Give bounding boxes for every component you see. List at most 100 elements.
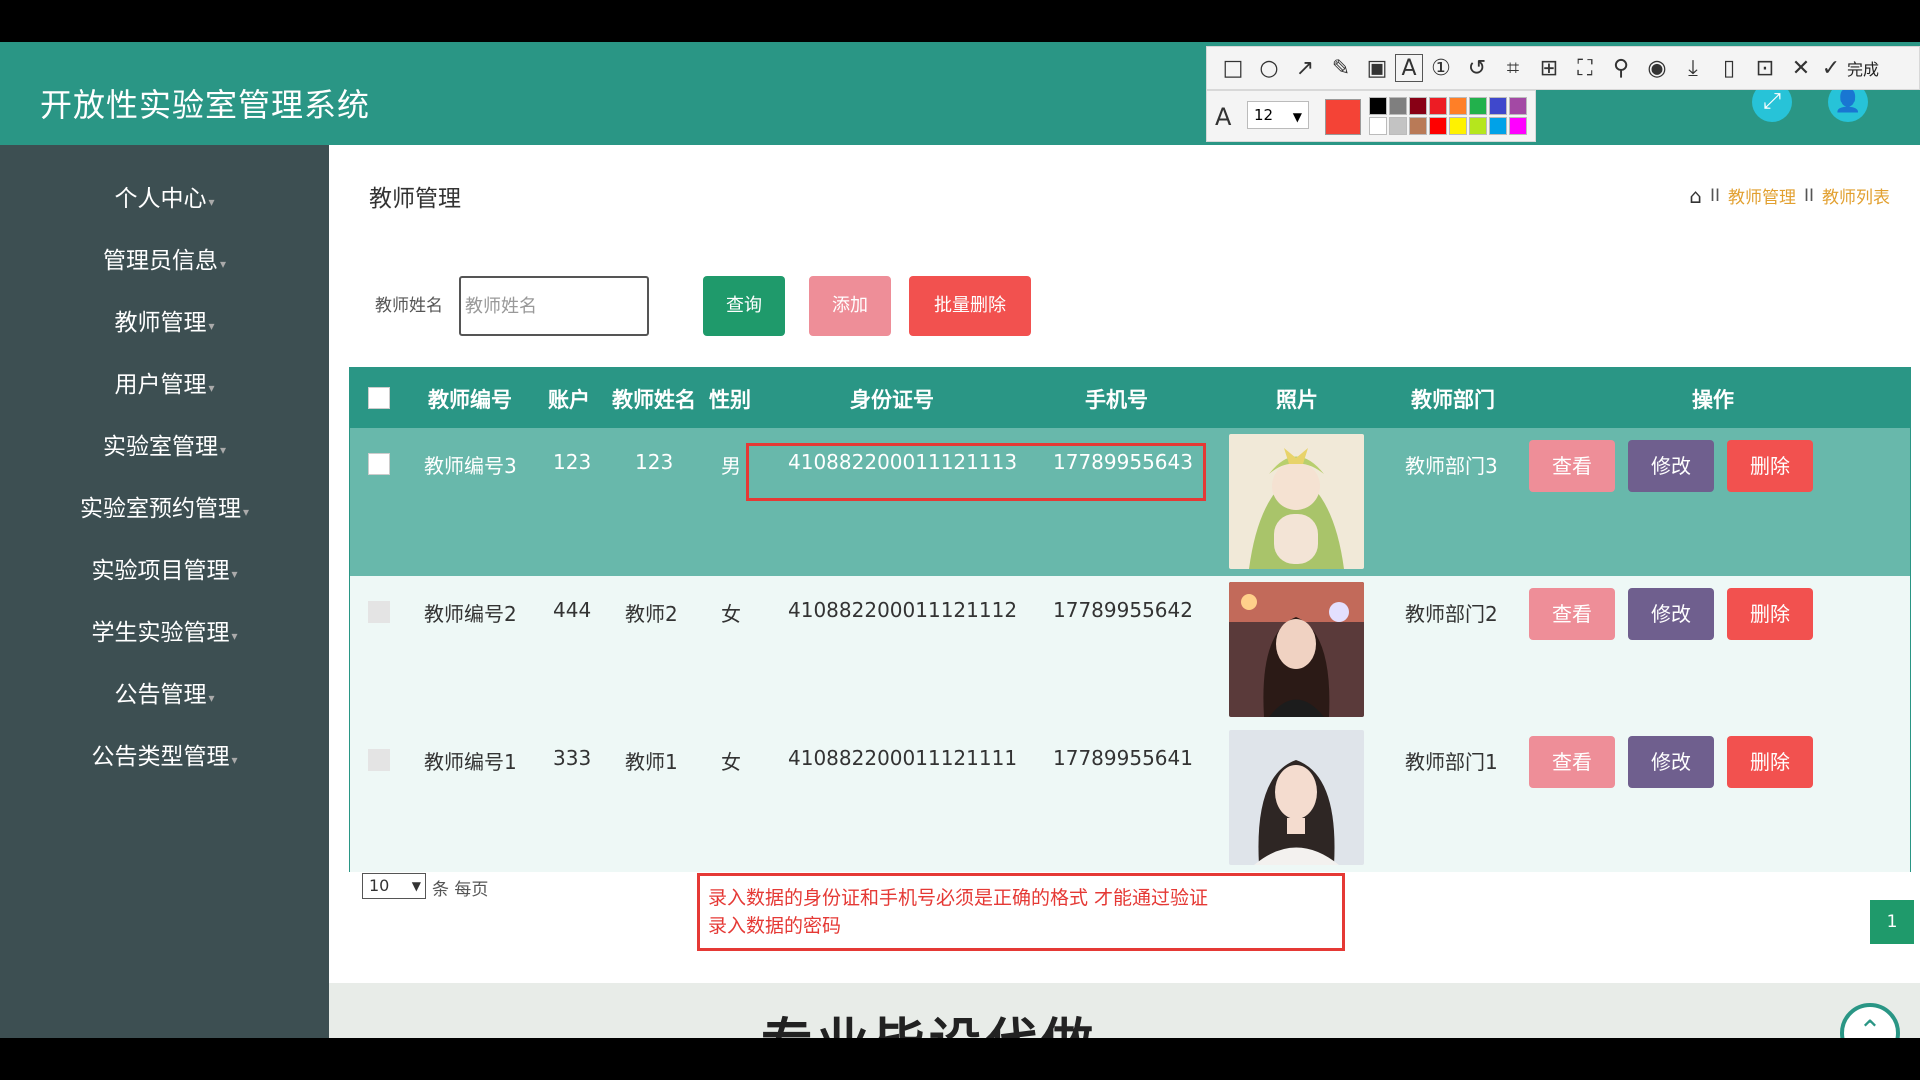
table-row[interactable]: 教师编号1 333 教师1 女 410882200011121111 17789…: [350, 724, 1910, 872]
teacher-name-search-input[interactable]: [459, 276, 649, 336]
chevron-down-icon: ▾: [220, 443, 226, 457]
home-icon[interactable]: ⌂: [1689, 184, 1702, 208]
account-cell: 123: [553, 450, 591, 474]
number-icon[interactable]: ①: [1423, 50, 1459, 86]
sidebar-item-lab-booking[interactable]: 实验室预约管理▾: [0, 489, 329, 523]
color-swatch[interactable]: [1469, 97, 1487, 115]
arrow-icon[interactable]: ↗: [1287, 50, 1323, 86]
annotation-style-bar: A 12 ▼: [1206, 90, 1536, 142]
account-cell: 444: [553, 598, 591, 622]
color-swatch[interactable]: [1429, 97, 1447, 115]
sidebar-item-user-management[interactable]: 用户管理▾: [0, 365, 329, 399]
save-icon[interactable]: ▯: [1711, 50, 1747, 86]
view-button[interactable]: 查看: [1529, 440, 1615, 492]
color-swatch[interactable]: [1389, 117, 1407, 135]
delete-button[interactable]: 删除: [1727, 736, 1813, 788]
add-button[interactable]: 添加: [809, 276, 891, 336]
table-row[interactable]: 教师编号2 444 教师2 女 410882200011121112 17789…: [350, 576, 1910, 724]
page-size-select[interactable]: 10 ▼: [362, 873, 426, 899]
column-header: 操作: [1692, 384, 1734, 414]
row-checkbox[interactable]: [368, 453, 390, 475]
column-header: 教师部门: [1411, 384, 1495, 414]
done-button[interactable]: 完成: [1847, 56, 1879, 80]
sidebar-item-profile[interactable]: 个人中心▾: [0, 179, 329, 213]
column-header: 性别: [709, 384, 751, 414]
view-button[interactable]: 查看: [1529, 588, 1615, 640]
sidebar-item-notice-management[interactable]: 公告管理▾: [0, 675, 329, 709]
row-checkbox[interactable]: [368, 749, 390, 771]
color-swatch[interactable]: [1509, 97, 1527, 115]
color-swatch[interactable]: [1469, 117, 1487, 135]
search-label: 教师姓名: [375, 291, 443, 316]
sidebar-item-student-experiment[interactable]: 学生实验管理▾: [0, 613, 329, 647]
color-swatch[interactable]: [1509, 117, 1527, 135]
per-page-label: 条 每页: [432, 875, 488, 900]
edit-button[interactable]: 修改: [1628, 588, 1714, 640]
sidebar-item-label: 实验室管理: [103, 434, 218, 460]
teacher-table: 教师编号 账户 教师姓名 性别 身份证号 手机号 照片 教师部门 操作 教师编号…: [349, 367, 1911, 872]
chevron-down-icon: ▼: [1293, 104, 1302, 130]
teacher-photo[interactable]: [1229, 582, 1364, 717]
ellipse-icon[interactable]: ○: [1251, 50, 1287, 86]
chevron-down-icon: ▾: [231, 567, 237, 581]
color-swatch[interactable]: [1409, 117, 1427, 135]
row-checkbox[interactable]: [368, 601, 390, 623]
teacher-photo[interactable]: [1229, 434, 1364, 569]
breadcrumb-link[interactable]: 教师管理: [1728, 183, 1796, 208]
bulk-delete-button[interactable]: 批量删除: [909, 276, 1031, 336]
sidebar-item-teacher-management[interactable]: 教师管理▾: [0, 303, 329, 337]
download-icon[interactable]: ⤓: [1675, 50, 1711, 86]
color-swatch[interactable]: [1489, 97, 1507, 115]
record-icon[interactable]: ◉: [1639, 50, 1675, 86]
chevron-down-icon: ▾: [231, 629, 237, 643]
color-swatch[interactable]: [1449, 117, 1467, 135]
crop-icon[interactable]: ⌗: [1495, 50, 1531, 86]
rectangle-icon[interactable]: □: [1215, 50, 1251, 86]
select-all-checkbox[interactable]: [368, 387, 390, 409]
undo-icon[interactable]: ↺: [1459, 50, 1495, 86]
bookmark-icon[interactable]: ⊡: [1747, 50, 1783, 86]
current-color-swatch[interactable]: [1325, 99, 1361, 135]
close-icon[interactable]: ✕: [1783, 50, 1819, 86]
teacher-no-cell: 教师编号1: [424, 746, 517, 775]
color-swatch[interactable]: [1369, 117, 1387, 135]
breadcrumb: ⌂ II 教师管理 II 教师列表: [1689, 183, 1890, 208]
color-swatch[interactable]: [1409, 97, 1427, 115]
pin-icon[interactable]: ⚲: [1603, 50, 1639, 86]
pencil-icon[interactable]: ✎: [1323, 50, 1359, 86]
sidebar: 个人中心▾ 管理员信息▾ 教师管理▾ 用户管理▾ 实验室管理▾ 实验室预约管理▾…: [0, 145, 329, 1038]
color-swatch[interactable]: [1449, 97, 1467, 115]
color-swatch[interactable]: [1389, 97, 1407, 115]
fullscreen-icon[interactable]: ⛶: [1567, 50, 1603, 86]
edit-button[interactable]: 修改: [1628, 440, 1714, 492]
teacher-photo[interactable]: [1229, 730, 1364, 865]
department-cell: 教师部门2: [1405, 598, 1498, 627]
edit-button[interactable]: 修改: [1628, 736, 1714, 788]
mosaic-icon[interactable]: ▣: [1359, 50, 1395, 86]
sidebar-item-lab-management[interactable]: 实验室管理▾: [0, 427, 329, 461]
page-number-button[interactable]: 1: [1870, 900, 1914, 944]
sidebar-item-notice-type[interactable]: 公告类型管理▾: [0, 737, 329, 771]
gender-cell: 男: [721, 450, 741, 479]
view-button[interactable]: 查看: [1529, 736, 1615, 788]
font-size-select[interactable]: 12 ▼: [1247, 101, 1309, 129]
color-swatch[interactable]: [1429, 117, 1447, 135]
text-icon[interactable]: A: [1395, 54, 1423, 82]
breadcrumb-current: 教师列表: [1822, 183, 1890, 208]
font-size-icon: A: [1215, 103, 1231, 131]
phone-cell: 17789955642: [1053, 598, 1193, 622]
app-title: 开放性实验室管理系统: [40, 80, 370, 126]
translate-icon[interactable]: ⊞: [1531, 50, 1567, 86]
sidebar-item-label: 实验项目管理: [91, 558, 229, 584]
color-swatch[interactable]: [1489, 117, 1507, 135]
color-swatch[interactable]: [1369, 97, 1387, 115]
annotation-note-box[interactable]: 录入数据的身份证和手机号必须是正确的格式 才能通过验证 录入数据的密码: [697, 873, 1345, 951]
delete-button[interactable]: 删除: [1727, 588, 1813, 640]
sidebar-item-admin-info[interactable]: 管理员信息▾: [0, 241, 329, 275]
delete-button[interactable]: 删除: [1727, 440, 1813, 492]
check-icon[interactable]: ✓: [1819, 50, 1843, 86]
sidebar-item-experiment-project[interactable]: 实验项目管理▾: [0, 551, 329, 585]
sidebar-item-label: 公告管理: [114, 682, 206, 708]
query-button[interactable]: 查询: [703, 276, 785, 336]
account-cell: 333: [553, 746, 591, 770]
